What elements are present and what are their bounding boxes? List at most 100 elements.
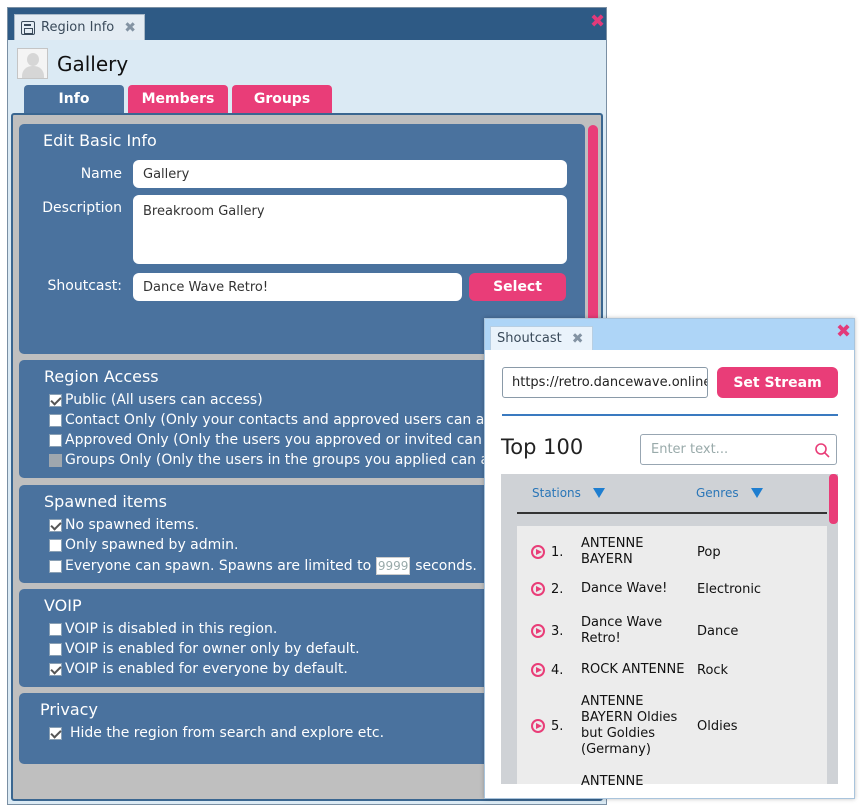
row-station: Dance Wave!	[581, 581, 668, 596]
row-station: ANTENNE BAYERN Oldies but Goldies (Germa…	[581, 694, 678, 757]
spawn-none-label: No spawned items.	[65, 517, 199, 533]
shoutcast-titlebar[interactable]: Shoutcast ✖ ✖	[485, 319, 854, 350]
table-row[interactable]: 1. ANTENNE BAYERN Pop	[517, 536, 827, 568]
shoutcast-divider	[502, 414, 838, 416]
column-stations[interactable]: Stations	[532, 486, 605, 500]
table-row[interactable]: 4. ROCK ANTENNE Rock	[517, 662, 827, 678]
play-icon[interactable]	[531, 624, 545, 638]
spawn-none-option[interactable]: No spawned items.	[49, 517, 199, 533]
region-info-window-tab[interactable]: Region Info ✖	[14, 14, 145, 40]
privacy-title: Privacy	[40, 700, 98, 719]
privacy-hide-label: Hide the region from search and explore …	[70, 725, 385, 741]
voip-disabled-option[interactable]: VOIP is disabled in this region.	[49, 621, 277, 637]
row-station: ANTENNE	[581, 774, 644, 789]
access-public-checkbox[interactable]	[49, 393, 62, 407]
row-genre: Rock	[697, 662, 729, 678]
access-public-option[interactable]: Public (All users can access)	[49, 392, 263, 408]
spawn-everyone-label: Everyone can spawn. Spawns are limited t…	[65, 558, 372, 574]
tab-info[interactable]: Info	[24, 85, 124, 113]
row-rank: 1.	[551, 544, 564, 560]
access-approved-checkbox[interactable]	[49, 433, 62, 447]
voip-everyone-checkbox[interactable]	[49, 662, 62, 676]
description-label: Description	[42, 200, 122, 216]
stream-url-input[interactable]: https://retro.dancewave.online	[502, 367, 708, 398]
region-access-title: Region Access	[44, 367, 159, 386]
row-genre: Oldies	[697, 718, 738, 734]
privacy-hide-checkbox[interactable]	[49, 726, 62, 740]
station-list: Stations Genres 1. ANTENNE BAYERN Pop 2.…	[501, 474, 838, 789]
voip-owner-option[interactable]: VOIP is enabled for owner only by defaul…	[49, 641, 360, 657]
top-100-title: Top 100	[501, 435, 584, 459]
region-info-window-title: Region Info	[41, 20, 115, 35]
row-genre: Electronic	[697, 581, 762, 597]
shoutcast-window-tab[interactable]: Shoutcast ✖	[490, 326, 593, 350]
row-genre: Pop	[697, 544, 721, 560]
station-search-input[interactable]: Enter text...	[640, 434, 837, 465]
voip-disabled-checkbox[interactable]	[49, 622, 62, 636]
access-approved-option[interactable]: Approved Only (Only the users you approv…	[49, 432, 539, 448]
content-scrollbar[interactable]	[588, 125, 598, 340]
column-stations-label: Stations	[532, 486, 581, 500]
play-icon[interactable]	[531, 663, 545, 677]
table-row[interactable]: 5. ANTENNE BAYERN Oldies but Goldies (Ge…	[517, 694, 827, 758]
list-scrollbar[interactable]	[829, 474, 838, 524]
page-title: Gallery	[57, 51, 129, 76]
tab-groups[interactable]: Groups	[232, 85, 332, 113]
privacy-hide-option[interactable]: Hide the region from search and explore …	[49, 725, 384, 741]
play-icon[interactable]	[531, 545, 545, 559]
spawn-admin-checkbox[interactable]	[49, 538, 62, 552]
spawn-everyone-option[interactable]: Everyone can spawn. Spawns are limited t…	[49, 557, 477, 575]
spawn-none-checkbox[interactable]	[49, 518, 62, 532]
shoutcast-close-icon[interactable]: ✖	[836, 323, 851, 341]
region-info-close-icon[interactable]: ✖	[590, 13, 605, 31]
region-info-tab-close-icon[interactable]: ✖	[124, 20, 136, 36]
spawn-everyone-checkbox[interactable]	[49, 559, 62, 573]
region-tabs: Info Members Groups	[24, 85, 336, 113]
access-groups-label: Groups Only (Only the users in the group…	[65, 452, 534, 468]
voip-everyone-option[interactable]: VOIP is enabled for everyone by default.	[49, 661, 348, 677]
row-station: Dance Wave Retro!	[581, 615, 663, 646]
genres-sort-icon[interactable]	[750, 488, 763, 498]
access-contact-checkbox[interactable]	[49, 413, 62, 427]
access-public-label: Public (All users can access)	[65, 392, 263, 408]
access-groups-option[interactable]: Groups Only (Only the users in the group…	[49, 452, 533, 468]
spawned-items-title: Spawned items	[44, 492, 167, 511]
spawn-admin-label: Only spawned by admin.	[65, 537, 239, 553]
row-station: ROCK ANTENNE	[581, 662, 685, 677]
shoutcast-window: Shoutcast ✖ ✖ https://retro.dancewave.on…	[484, 318, 855, 799]
table-row[interactable]: 3. Dance Wave Retro! Dance	[517, 615, 827, 647]
avatar	[17, 48, 48, 79]
row-rank: 4.	[551, 662, 564, 678]
region-info-titlebar[interactable]: Region Info ✖ ✖	[8, 8, 606, 40]
region-header: Gallery	[17, 48, 128, 79]
spawn-seconds-label: seconds.	[415, 558, 477, 574]
spawn-limit-input[interactable]: 9999	[376, 557, 411, 575]
table-row[interactable]: 2. Dance Wave! Electronic	[517, 581, 827, 597]
name-input[interactable]: Gallery	[133, 160, 567, 188]
tab-members[interactable]: Members	[128, 85, 228, 113]
shoutcast-label: Shoutcast:	[47, 278, 122, 294]
select-button[interactable]: Select	[469, 273, 566, 301]
voip-everyone-label: VOIP is enabled for everyone by default.	[65, 661, 348, 677]
column-genres[interactable]: Genres	[696, 486, 763, 500]
station-rows: 1. ANTENNE BAYERN Pop 2. Dance Wave! Ele…	[517, 526, 827, 789]
shoutcast-tab-close-icon[interactable]: ✖	[572, 331, 584, 347]
description-input[interactable]: Breakroom Gallery	[133, 195, 567, 264]
access-contact-option[interactable]: Contact Only (Only your contacts and app…	[49, 412, 528, 428]
row-genre: Dance	[697, 623, 739, 639]
region-info-app-icon	[21, 20, 35, 35]
search-icon[interactable]	[814, 442, 830, 458]
list-header-divider	[517, 512, 827, 514]
shoutcast-input[interactable]: Dance Wave Retro!	[133, 273, 462, 301]
play-icon[interactable]	[531, 719, 545, 733]
table-row[interactable]: ANTENNE	[517, 774, 827, 790]
spawn-admin-option[interactable]: Only spawned by admin.	[49, 537, 239, 553]
set-stream-button[interactable]: Set Stream	[717, 367, 838, 398]
play-icon[interactable]	[531, 582, 545, 596]
voip-title: VOIP	[44, 596, 82, 615]
access-groups-checkbox[interactable]	[49, 453, 62, 467]
row-rank: 2.	[551, 581, 564, 597]
row-rank: 5.	[551, 718, 564, 734]
stations-sort-icon[interactable]	[592, 488, 605, 498]
voip-owner-checkbox[interactable]	[49, 642, 62, 656]
